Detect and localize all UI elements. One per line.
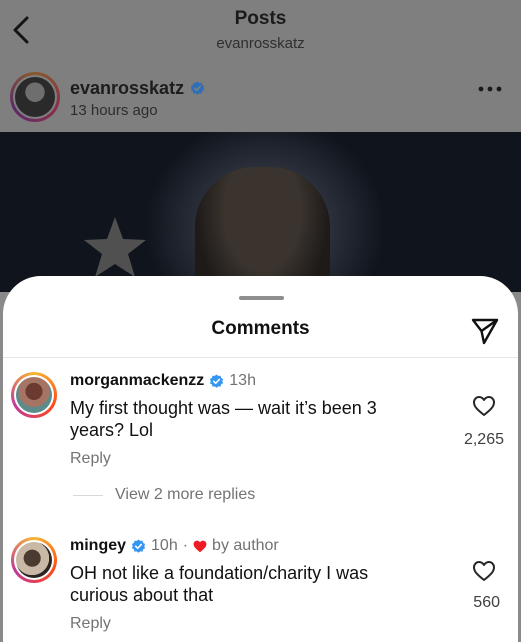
author-liked-heart-icon <box>193 540 207 552</box>
post-image <box>0 132 521 292</box>
like-heart-icon[interactable] <box>472 560 496 582</box>
comment-item: mingey 10h · by author OH not like a fou… <box>3 533 518 642</box>
more-replies-line <box>73 495 103 496</box>
page-subtitle: evanrosskatz <box>216 35 305 52</box>
post-timestamp: 13 hours ago <box>70 102 158 119</box>
comment-time: 13h <box>229 372 256 389</box>
comment-item: morganmackenzz 13h My first thought was … <box>3 368 518 548</box>
like-count: 2,265 <box>463 431 504 448</box>
post-author-name[interactable]: evanrosskatz <box>70 78 205 99</box>
comment-text: OH not like a foundation/charity I was c… <box>70 563 369 605</box>
page-title: Posts <box>234 8 287 29</box>
person-photo <box>195 167 330 292</box>
star-decoration-icon <box>84 217 146 277</box>
more-options-icon[interactable] <box>477 84 503 94</box>
commenter-avatar[interactable] <box>11 537 57 583</box>
like-heart-icon[interactable] <box>472 395 496 417</box>
comments-title: Comments <box>211 318 310 339</box>
comment-time: 10h <box>151 537 178 554</box>
post-header: evanrosskatz 13 hours ago <box>0 62 521 132</box>
like-count: 560 <box>473 594 500 611</box>
top-nav-bar: Posts evanrosskatz <box>0 0 521 62</box>
meta-separator: · <box>182 537 189 554</box>
comment-meta: mingey 10h · by author <box>70 537 279 555</box>
comment-text: My first thought was — wait it’s been 3 … <box>70 398 377 440</box>
verified-badge-icon <box>131 538 146 553</box>
liked-by-author-label: by author <box>212 537 279 554</box>
view-more-replies-button[interactable]: View 2 more replies <box>115 486 255 504</box>
reply-button[interactable]: Reply <box>70 615 111 633</box>
share-icon[interactable] <box>470 316 500 346</box>
comments-sheet: Comments morganmackenzz 13h My first tho… <box>3 276 518 642</box>
verified-badge-icon <box>210 373 224 388</box>
comment-meta: morganmackenzz 13h <box>70 372 256 390</box>
post-author-avatar[interactable] <box>10 72 60 122</box>
sheet-drag-handle[interactable] <box>239 296 284 300</box>
post-author-username[interactable]: evanrosskatz <box>70 78 184 99</box>
sheet-divider <box>3 357 518 358</box>
reply-button[interactable]: Reply <box>70 450 111 468</box>
commenter-avatar[interactable] <box>11 372 57 418</box>
commenter-username[interactable]: morganmackenzz <box>70 372 204 390</box>
verified-badge-icon <box>191 81 205 95</box>
commenter-username[interactable]: mingey <box>70 537 126 555</box>
